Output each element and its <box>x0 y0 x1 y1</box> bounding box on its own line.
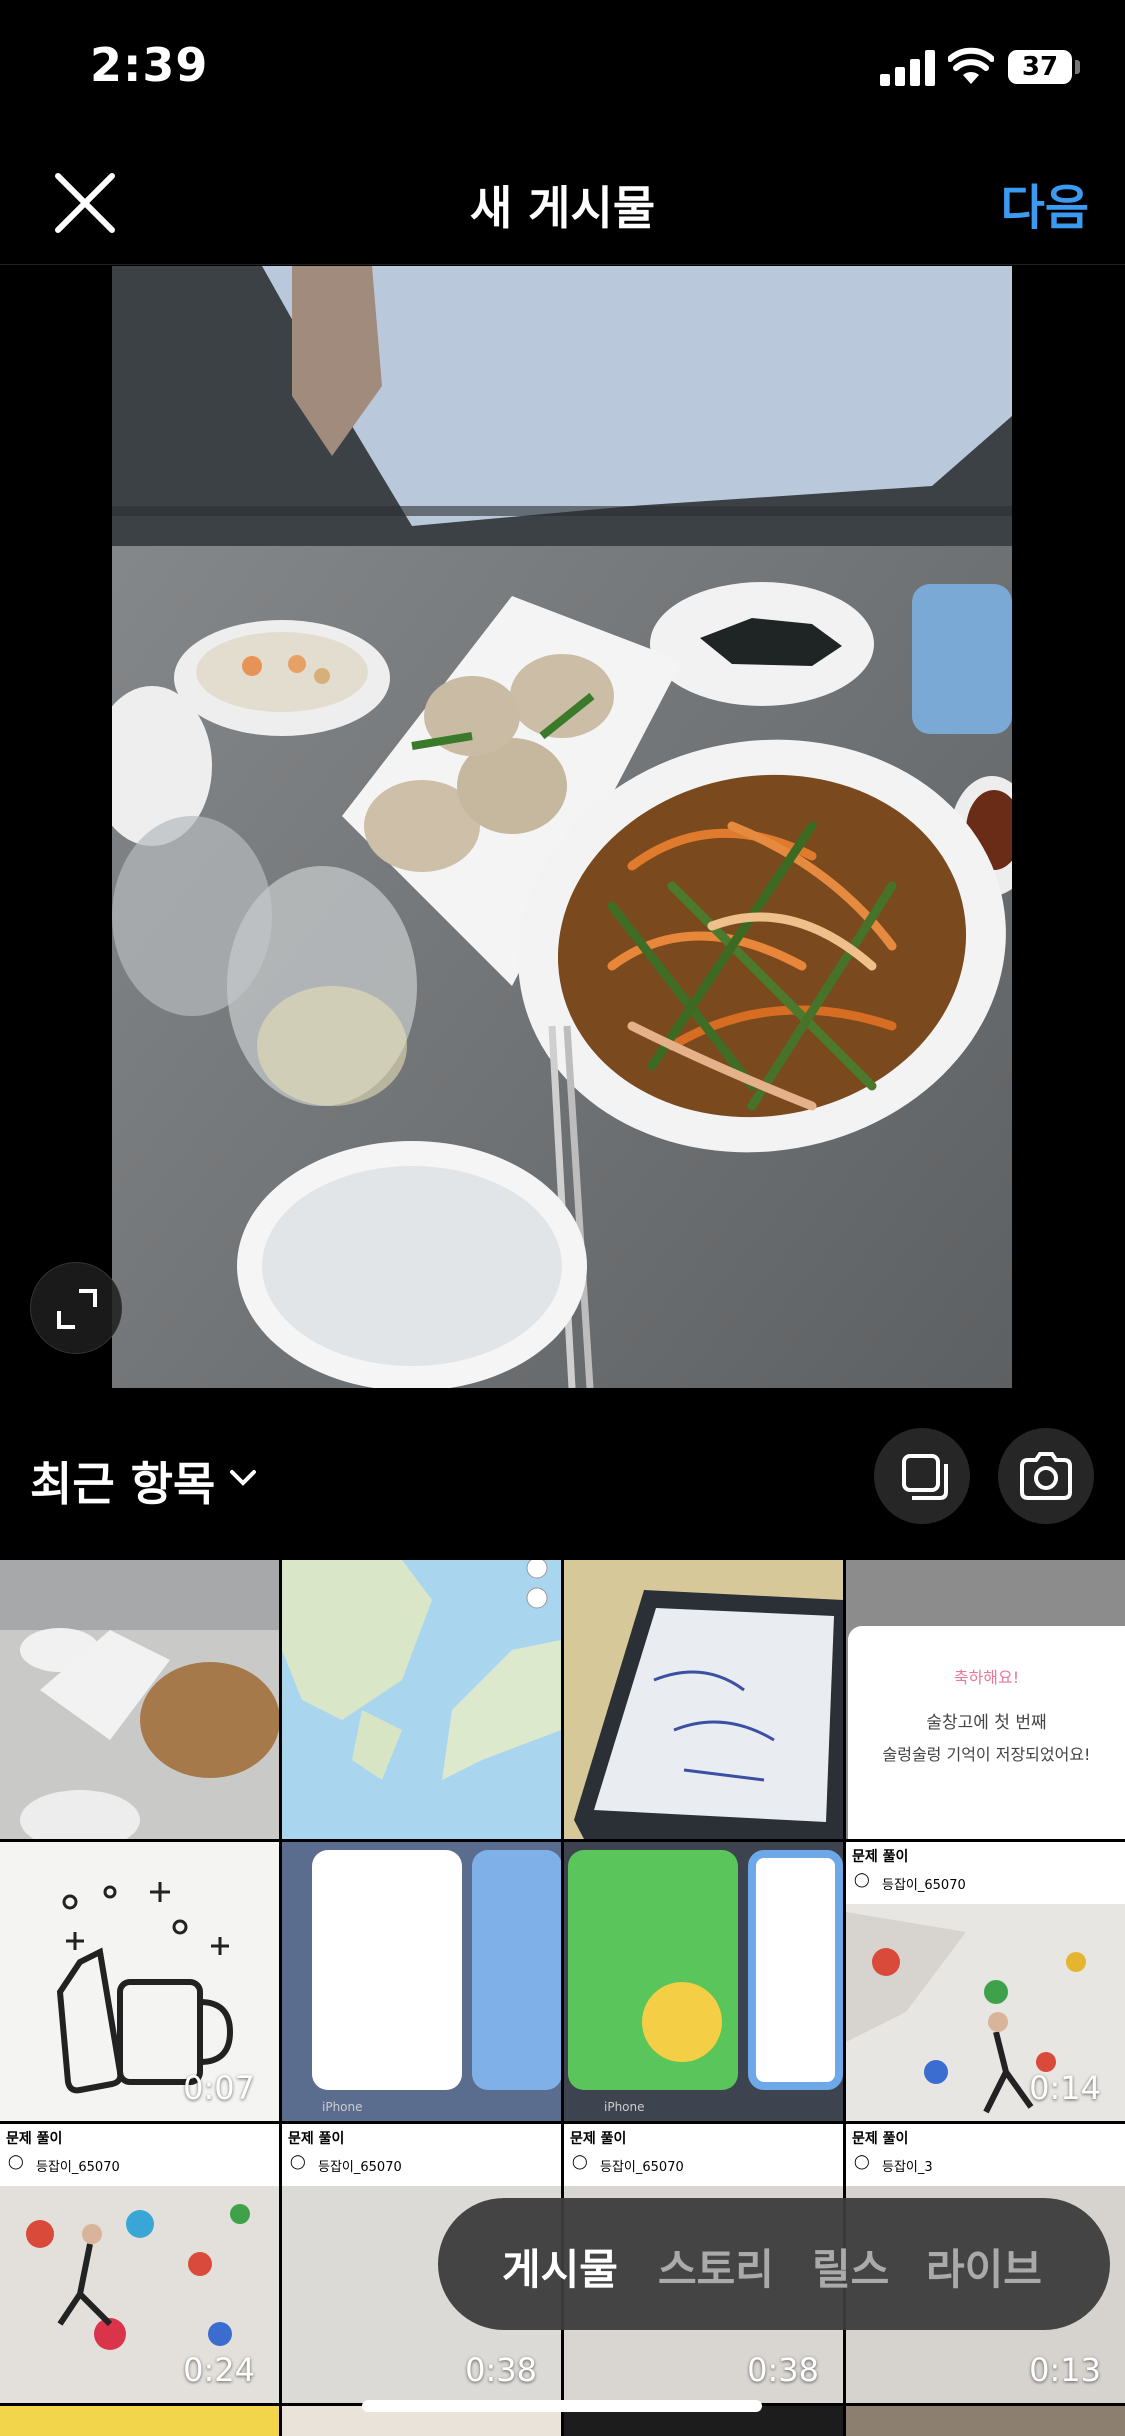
food-photo <box>112 266 1012 1388</box>
chevron-down-icon[interactable] <box>228 1468 258 1488</box>
caption-title: 문제 풀이 <box>570 2131 627 2147</box>
caption-user: 등잡이_65070 <box>36 2160 120 2175</box>
multi-select-icon <box>902 1454 948 1500</box>
video-duration: 0:24 <box>183 2351 255 2389</box>
selected-photo-preview[interactable] <box>112 266 1012 1388</box>
wifi-icon <box>948 47 994 84</box>
battery-indicator: 37 <box>1008 50 1072 84</box>
popup-screenshot-thumbnail[interactable]: 축하해요! 술창고에 첫 번째 술렁술렁 기억이 저장되었어요! <box>846 1560 1125 1839</box>
home-indicator[interactable] <box>362 2400 762 2412</box>
iphone-label: iPhone <box>322 2100 363 2114</box>
status-time: 2:39 <box>90 38 209 92</box>
photo-thumbnail[interactable] <box>0 2406 279 2436</box>
phone-mock-1 <box>312 1850 462 2090</box>
album-dropdown[interactable]: 최근 항목 <box>30 1448 215 1514</box>
app-screenshot-thumbnail[interactable]: iPhone <box>282 1842 561 2121</box>
photo-thumbnail[interactable] <box>846 2406 1125 2436</box>
camera-button[interactable] <box>998 1428 1094 1524</box>
video-duration: 0:14 <box>1029 2069 1101 2107</box>
user-icon: ◯ <box>8 2154 24 2170</box>
tab-reels[interactable]: 릴스 <box>812 2236 889 2297</box>
video-caption: 문제 풀이 ◯ 등잡이_65070 <box>282 2124 561 2186</box>
app-screenshot-thumbnail[interactable]: iPhone <box>564 1842 843 2121</box>
top-navigation: 새 게시물 다음 <box>0 140 1125 265</box>
expand-aspect-button[interactable] <box>30 1262 122 1354</box>
popup-card: 축하해요! 술창고에 첫 번째 술렁술렁 기억이 저장되었어요! <box>848 1626 1125 1839</box>
phone-green <box>568 1850 738 2090</box>
user-icon: ◯ <box>854 2154 870 2170</box>
video-caption: 문제 풀이 ◯ 등잡이_65070 <box>0 2124 279 2186</box>
phone-blue <box>748 1850 843 2090</box>
battery-tip <box>1075 60 1080 74</box>
next-button[interactable]: 다음 <box>1001 168 1089 238</box>
user-icon: ◯ <box>290 2154 306 2170</box>
caption-title: 문제 풀이 <box>6 2131 63 2147</box>
select-multiple-button[interactable] <box>874 1428 970 1524</box>
climbing-video-thumbnail[interactable]: 문제 풀이 ◯ 등잡이_65070 0:14 <box>846 1842 1125 2121</box>
video-caption: 문제 풀이 ◯ 등잡이_3 <box>846 2124 1125 2186</box>
phone-mock-2 <box>472 1850 561 2090</box>
photo-thumbnail[interactable] <box>0 1560 279 1839</box>
star-emoji <box>642 1982 722 2062</box>
tab-post[interactable]: 게시물 <box>502 2236 618 2297</box>
tab-live[interactable]: 라이브 <box>926 2236 1042 2297</box>
video-duration: 0:13 <box>1029 2351 1101 2389</box>
popup-line-1: 술창고에 첫 번째 <box>926 1713 1047 1733</box>
cellular-signal-icon <box>880 50 936 86</box>
video-duration: 0:38 <box>747 2351 819 2389</box>
user-icon: ◯ <box>572 2154 588 2170</box>
caption-user: 등잡이_65070 <box>318 2160 402 2175</box>
video-caption: 문제 풀이 ◯ 등잡이_65070 <box>564 2124 843 2186</box>
tab-story[interactable]: 스토리 <box>658 2236 774 2297</box>
album-selector-bar: 최근 항목 <box>0 1398 1125 1560</box>
climbing-video-thumbnail[interactable]: 문제 풀이 ◯ 등잡이_65070 0:24 <box>0 2124 279 2403</box>
caption-title: 문제 풀이 <box>852 2131 909 2147</box>
post-type-switcher: 게시물 스토리 릴스 라이브 <box>438 2198 1110 2330</box>
camera-icon <box>1020 1452 1072 1500</box>
map-screenshot-thumbnail[interactable] <box>282 1560 561 1839</box>
video-thumbnail[interactable]: 0:07 <box>0 1842 279 2121</box>
expand-icon <box>57 1289 97 1329</box>
popup-line-2: 술렁술렁 기억이 저장되었어요! <box>882 1745 1091 1764</box>
page-title: 새 게시물 <box>469 181 656 235</box>
popup-title: 축하해요! <box>953 1668 1020 1687</box>
caption-user: 등잡이_65070 <box>600 2160 684 2175</box>
video-duration: 0:38 <box>465 2351 537 2389</box>
tablet-photo-thumbnail[interactable] <box>564 1560 843 1839</box>
caption-title: 문제 풀이 <box>288 2131 345 2147</box>
iphone-label: iPhone <box>604 2100 645 2114</box>
video-duration: 0:07 <box>183 2069 255 2107</box>
caption-user: 등잡이_3 <box>882 2160 933 2175</box>
status-bar: 2:39 37 <box>0 0 1125 140</box>
